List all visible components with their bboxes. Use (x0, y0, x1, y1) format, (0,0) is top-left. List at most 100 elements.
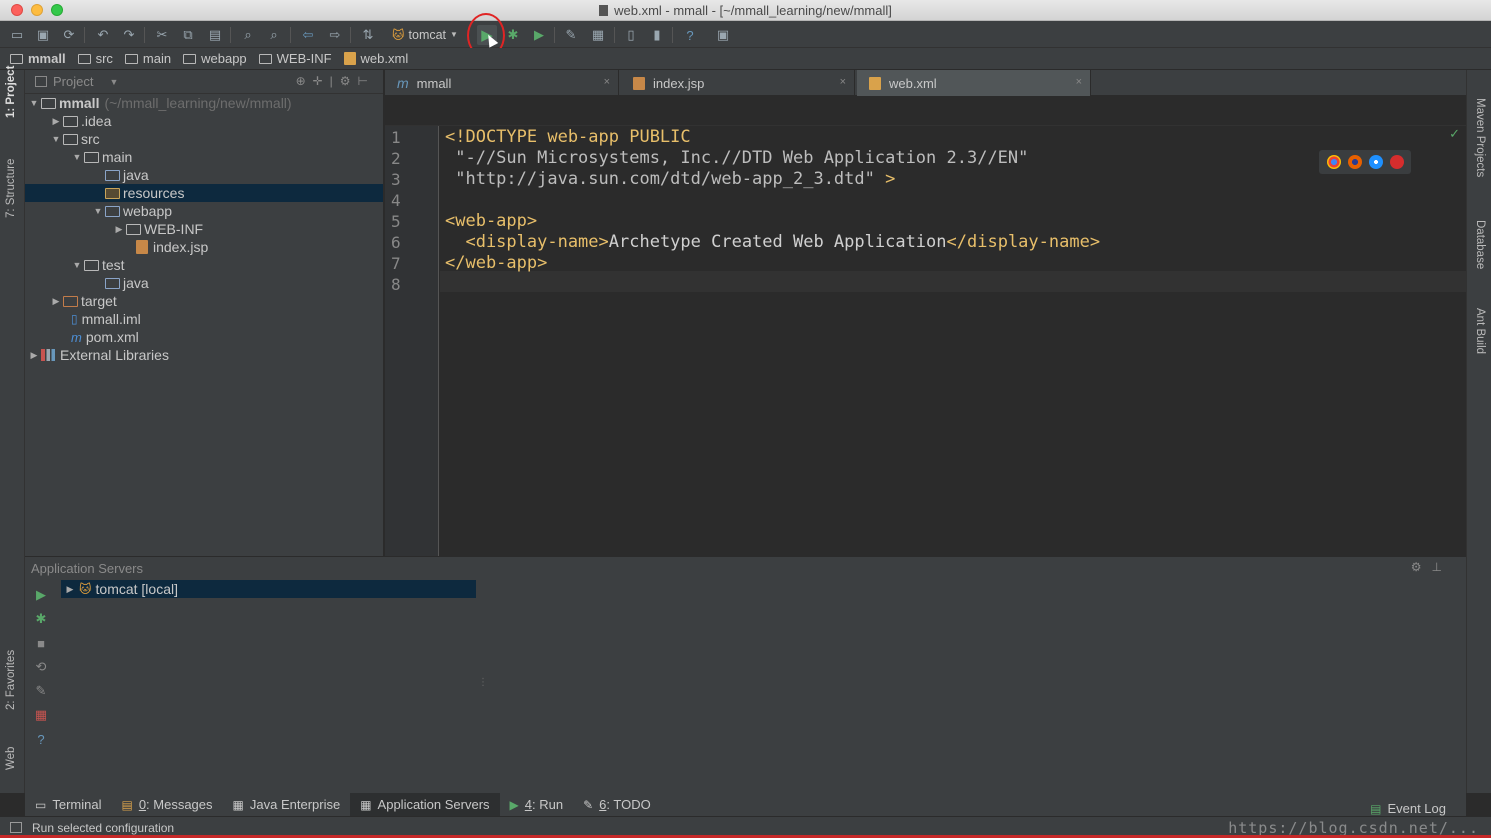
messages-icon: ▤ (121, 797, 133, 812)
expand-arrow-icon[interactable]: ▼ (27, 98, 41, 108)
breadcrumb-item[interactable]: main (124, 51, 171, 66)
expand-arrow-icon[interactable]: ▶ (49, 116, 63, 127)
expand-arrow-icon[interactable]: ▼ (70, 152, 84, 162)
tree-item-mmall-iml[interactable]: ▯ mmall.iml (25, 310, 383, 328)
tree-item-webapp[interactable]: ▼ webapp (25, 202, 383, 220)
project-structure-icon[interactable]: ▦ (589, 26, 607, 44)
tab-run[interactable]: ▶ 4: Run (500, 793, 574, 816)
make-project-icon[interactable]: ⇅ (359, 26, 377, 44)
tab-java-enterprise[interactable]: ▦ Java Enterprise (223, 793, 351, 816)
chevron-down-icon[interactable]: ▼ (109, 77, 118, 87)
coverage-icon[interactable]: ▶ (530, 26, 548, 44)
expand-arrow-icon[interactable]: ▼ (91, 206, 105, 216)
sdk-icon[interactable]: ▯ (622, 26, 640, 44)
settings-wrench-icon[interactable]: ✎ (562, 26, 580, 44)
back-icon[interactable]: ⇦ (299, 26, 317, 44)
breadcrumb-item[interactable]: webapp (183, 51, 247, 66)
tree-item-target[interactable]: ▶ target (25, 292, 383, 310)
copy-icon[interactable]: ⧉ (179, 26, 197, 44)
tab-messages[interactable]: ▤ 0: Messages (111, 793, 222, 816)
breadcrumb-item[interactable]: WEB-INF (258, 51, 332, 66)
breadcrumb-item[interactable]: src (77, 51, 113, 66)
safari-icon[interactable] (1368, 155, 1383, 169)
tab-web-xml[interactable]: web.xml × (857, 70, 1091, 96)
tab-mmall[interactable]: m mmall × (385, 70, 619, 96)
find-icon[interactable]: ⌕ (239, 26, 257, 44)
close-tab-icon[interactable]: × (604, 76, 610, 88)
project-panel-tools[interactable]: ⊕✛|⚙⊢ (296, 74, 375, 88)
tab-application-servers[interactable]: ▦ Application Servers (350, 793, 500, 816)
line-number: 5 (391, 212, 401, 231)
run-configuration-select[interactable]: 🐱 tomcat ▼ (389, 25, 469, 44)
project-tool-tab[interactable]: 1: Project (5, 66, 17, 118)
undo-icon[interactable]: ↶ (94, 26, 112, 44)
help-icon[interactable]: ? (681, 26, 699, 44)
run-server-icon[interactable]: ▶ (31, 583, 51, 607)
expand-arrow-icon[interactable]: ▶ (27, 350, 41, 361)
tree-item-external-libraries[interactable]: ▶ External Libraries (25, 346, 383, 364)
sync-icon[interactable]: ⟳ (60, 26, 78, 44)
open-folder-icon[interactable]: ▭ (8, 26, 26, 44)
artifact-icon[interactable]: ▦ (31, 703, 51, 727)
help-icon[interactable]: ? (31, 727, 51, 751)
tree-item-src[interactable]: ▼ src (25, 130, 383, 148)
tab-index-jsp[interactable]: index.jsp × (621, 70, 855, 96)
debug-server-icon[interactable]: ✱ (31, 607, 51, 631)
server-item-tomcat[interactable]: ▶ 🐱 tomcat [local] (61, 580, 476, 598)
jetbrains-tv-icon[interactable]: ▣ (714, 26, 732, 44)
expand-arrow-icon[interactable]: ▶ (112, 224, 126, 235)
toggle-tool-windows-icon[interactable] (10, 822, 22, 833)
tree-item-web-inf[interactable]: ▶ WEB-INF (25, 220, 383, 238)
xml-file-icon (343, 52, 356, 65)
excluded-folder-icon (63, 295, 78, 307)
forward-icon[interactable]: ⇨ (326, 26, 344, 44)
expand-arrow-icon[interactable]: ▶ (61, 584, 79, 595)
opera-icon[interactable] (1389, 155, 1404, 169)
tab-todo[interactable]: ✎ 6: TODO (573, 793, 661, 816)
close-tab-icon[interactable]: × (1076, 76, 1082, 88)
structure-tool-tab[interactable]: 7: Structure (5, 159, 17, 218)
web-tool-tab[interactable]: Web (5, 747, 17, 770)
chrome-icon[interactable] (1326, 155, 1341, 169)
paste-icon[interactable]: ▤ (206, 26, 224, 44)
tree-item-idea[interactable]: ▶ .idea (25, 112, 383, 130)
panel-settings-tools[interactable]: ⚙⊥ (1411, 560, 1452, 574)
favorites-tool-tab[interactable]: 2: Favorites (5, 650, 17, 710)
expand-arrow-icon[interactable]: ▼ (49, 134, 63, 144)
database-tab[interactable]: Database (1474, 220, 1486, 269)
ant-build-tab[interactable]: Ant Build (1474, 308, 1486, 354)
maven-file-icon: m (71, 329, 82, 345)
tree-item-main[interactable]: ▼ main (25, 148, 383, 166)
expand-arrow-icon[interactable]: ▶ (49, 296, 63, 307)
application-servers-icon: ▦ (360, 797, 372, 812)
folder-icon (258, 53, 272, 64)
tree-item-index-jsp[interactable]: index.jsp (25, 238, 383, 256)
redeploy-icon[interactable]: ⟲ (31, 655, 51, 679)
cut-icon[interactable]: ✂ (153, 26, 171, 44)
close-tab-icon[interactable]: × (840, 76, 846, 88)
tree-item-mmall[interactable]: ▼ mmall (~/mmall_learning/new/mmall) (25, 94, 383, 112)
maven-projects-tab[interactable]: Maven Projects (1474, 98, 1486, 177)
project-panel-title[interactable]: Project (53, 74, 93, 89)
tree-item-java[interactable]: java (25, 166, 383, 184)
firefox-icon[interactable] (1347, 155, 1362, 169)
save-all-icon[interactable]: ▣ (34, 26, 52, 44)
tree-item-test-java[interactable]: java (25, 274, 383, 292)
resize-handle[interactable]: ⋮ (478, 677, 488, 688)
edit-configuration-icon[interactable]: ✎ (31, 679, 51, 703)
android-icon[interactable]: ▮ (648, 26, 666, 44)
expand-arrow-icon[interactable]: ▼ (70, 260, 84, 270)
tree-item-label: External Libraries (60, 347, 169, 363)
debug-icon[interactable]: ✱ (504, 26, 522, 44)
tree-item-resources[interactable]: resources (25, 184, 383, 202)
code-editor[interactable]: 1 2 3 4 5 6 7 8 <!DOCTYPE web-app PUBLIC… (385, 96, 1466, 556)
tab-terminal[interactable]: ▭ Terminal (25, 793, 111, 816)
tree-item-test[interactable]: ▼ test (25, 256, 383, 274)
replace-icon[interactable]: ⌕ (265, 26, 283, 44)
event-log-icon: ▤ (1370, 801, 1382, 816)
stop-server-icon[interactable]: ■ (31, 631, 51, 655)
breadcrumb-item[interactable]: web.xml (343, 51, 408, 66)
tree-item-pom-xml[interactable]: m pom.xml (25, 328, 383, 346)
redo-icon[interactable]: ↷ (120, 26, 138, 44)
breadcrumb-item[interactable]: mmall (10, 51, 66, 66)
